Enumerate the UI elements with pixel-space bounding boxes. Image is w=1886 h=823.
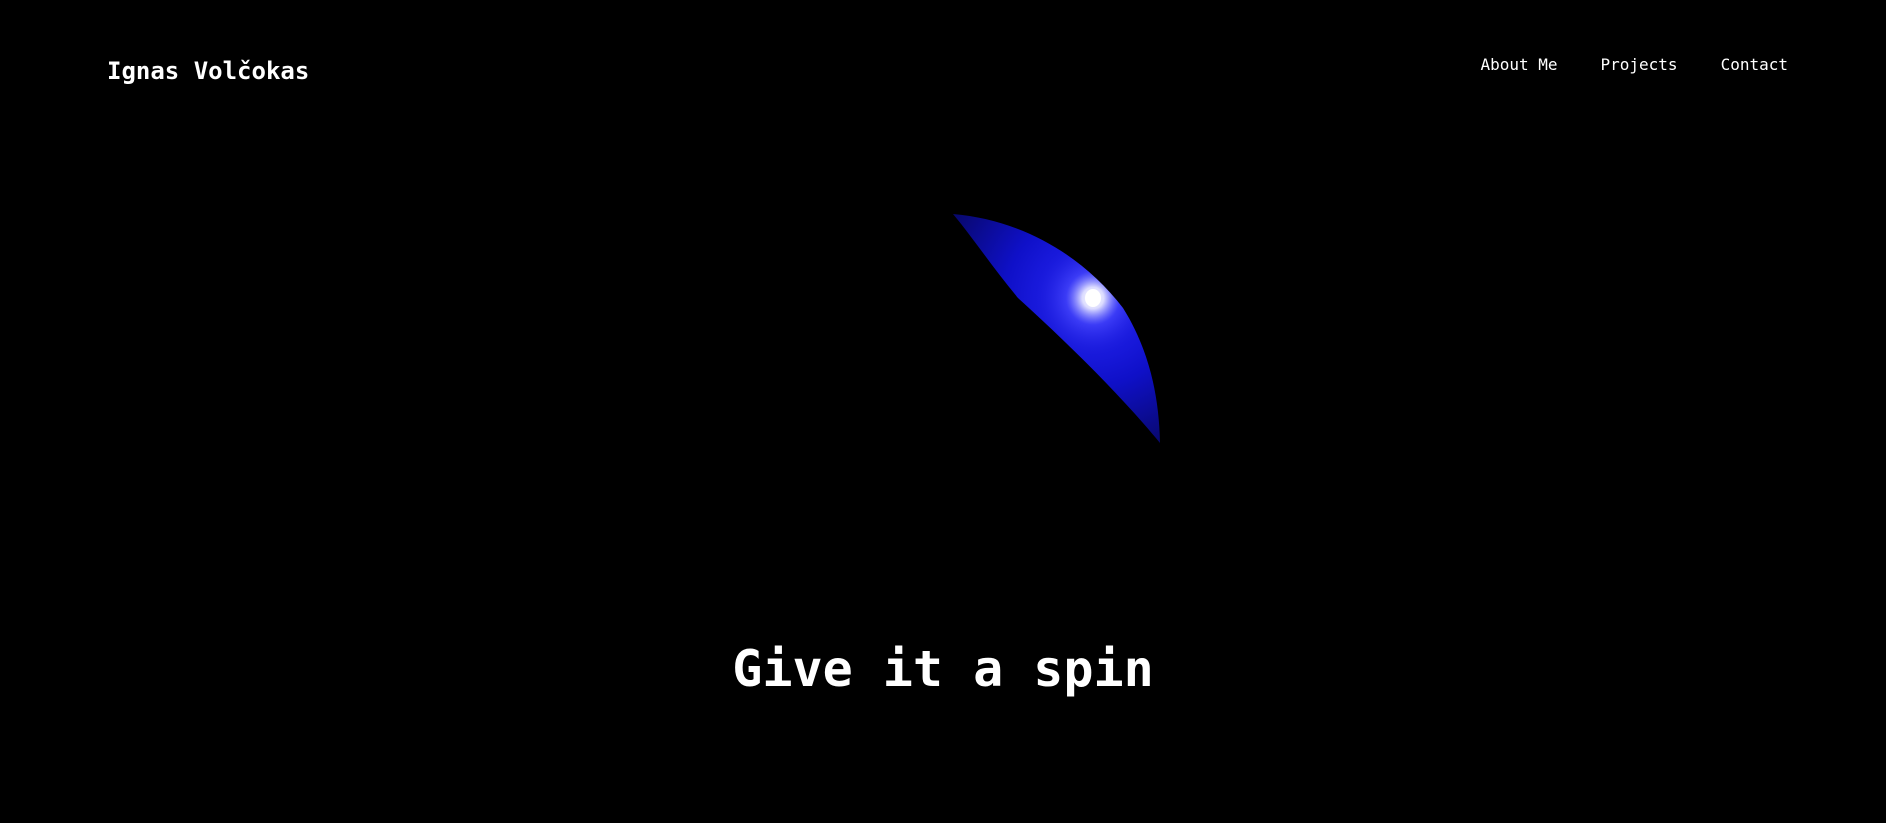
hero-headline: Give it a spin	[732, 639, 1154, 698]
brand-logo[interactable]: Ignas Volčokas	[107, 54, 309, 88]
main-nav: About Me Projects Contact	[1480, 52, 1788, 78]
sphere-graphic	[953, 214, 1160, 443]
sphere-canvas[interactable]	[693, 158, 1193, 478]
sphere-highlight	[1085, 289, 1101, 307]
nav-link-projects[interactable]: Projects	[1601, 52, 1678, 78]
nav-link-about-me[interactable]: About Me	[1480, 52, 1557, 78]
nav-link-contact[interactable]: Contact	[1721, 52, 1788, 78]
